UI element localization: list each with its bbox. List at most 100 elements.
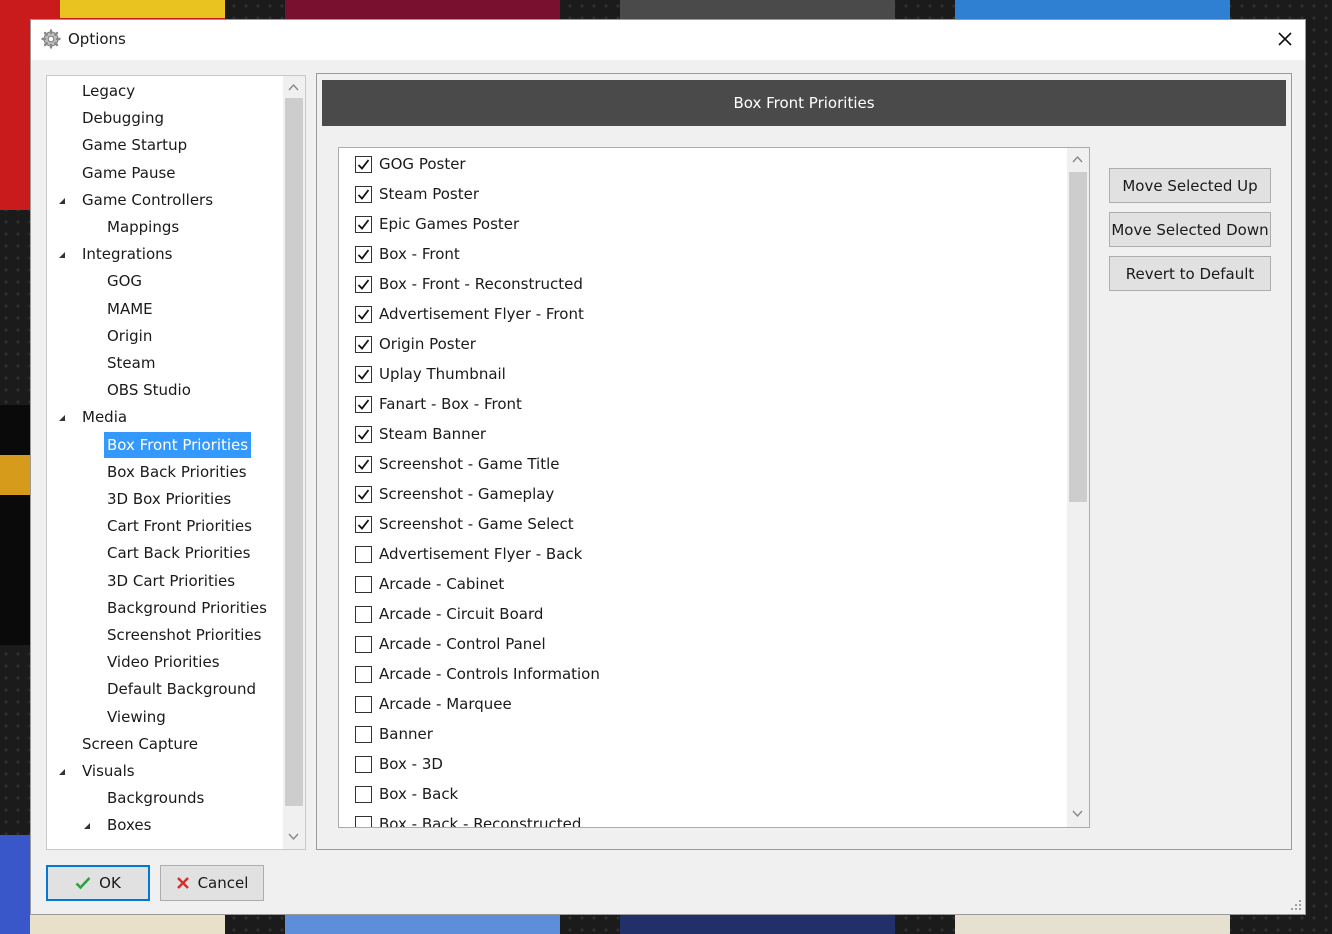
- tree-item[interactable]: Integrations: [79, 241, 175, 267]
- expander-arrow-icon[interactable]: [57, 250, 67, 260]
- list-item-label: GOG Poster: [379, 155, 466, 173]
- tree-item[interactable]: Screenshot Priorities: [104, 622, 264, 648]
- tree-item[interactable]: 3D Box Priorities: [104, 486, 234, 512]
- tree-item[interactable]: Cart Back Priorities: [104, 540, 253, 566]
- tree-item[interactable]: Origin: [104, 323, 155, 349]
- checkbox[interactable]: [355, 216, 372, 233]
- tree-item[interactable]: Media: [79, 404, 130, 430]
- close-button[interactable]: [1265, 20, 1305, 58]
- tree-item[interactable]: Box Back Priorities: [104, 459, 250, 485]
- tree-item[interactable]: Video Priorities: [104, 649, 223, 675]
- background-tile: [60, 0, 225, 18]
- list-item-label: Arcade - Circuit Board: [379, 605, 544, 623]
- tree-item[interactable]: MAME: [104, 296, 156, 322]
- background-tile: [620, 0, 895, 20]
- tree-item[interactable]: Box Front Priorities: [104, 431, 252, 458]
- background-tile: [285, 915, 560, 934]
- list-item-label: Screenshot - Game Title: [379, 455, 560, 473]
- tree-item[interactable]: Default Background: [104, 676, 259, 702]
- checkmark-icon: [357, 399, 370, 410]
- tree-item[interactable]: Mappings: [104, 214, 182, 240]
- checkmark-icon: [357, 189, 370, 200]
- tree-item[interactable]: Legacy: [79, 78, 138, 104]
- checkbox[interactable]: [355, 246, 372, 263]
- move-selected-up-button[interactable]: Move Selected Up: [1109, 168, 1271, 203]
- scroll-down-arrow-icon[interactable]: [288, 833, 299, 841]
- tree-scrollbar[interactable]: [283, 76, 305, 849]
- tree-scrollbar-thumb[interactable]: [285, 98, 303, 806]
- tree-item[interactable]: Boxes: [104, 812, 154, 838]
- expander-arrow-icon[interactable]: [57, 767, 67, 777]
- scroll-up-arrow-icon[interactable]: [1072, 155, 1083, 163]
- ok-label: OK: [99, 874, 121, 892]
- tree-item[interactable]: 3D Cart Priorities: [104, 568, 238, 594]
- checkbox[interactable]: [355, 186, 372, 203]
- tree-item[interactable]: Game Controllers: [79, 187, 216, 213]
- checkbox[interactable]: [355, 666, 372, 683]
- tree-item[interactable]: Visuals: [79, 758, 138, 784]
- checkmark-icon: [75, 877, 91, 890]
- checkbox[interactable]: [355, 276, 372, 293]
- list-item-label: Box - Back: [379, 785, 459, 803]
- checkbox[interactable]: [355, 456, 372, 473]
- tree-item[interactable]: Background Priorities: [104, 595, 270, 621]
- checkbox[interactable]: [355, 726, 372, 743]
- checkbox[interactable]: [355, 396, 372, 413]
- checkbox[interactable]: [355, 576, 372, 593]
- checkbox[interactable]: [355, 156, 372, 173]
- checkbox[interactable]: [355, 306, 372, 323]
- resize-grip-icon[interactable]: [1290, 899, 1302, 911]
- checkbox[interactable]: [355, 696, 372, 713]
- tree-item[interactable]: OBS Studio: [104, 377, 194, 403]
- list-item-label: Box - Front - Reconstructed: [379, 275, 583, 293]
- list-item-label: Advertisement Flyer - Back: [379, 545, 583, 563]
- tree-item[interactable]: Viewing: [104, 704, 169, 730]
- expander-arrow-icon[interactable]: [57, 196, 67, 206]
- checkbox[interactable]: [355, 546, 372, 563]
- cancel-button[interactable]: Cancel: [160, 865, 264, 901]
- checkbox[interactable]: [355, 486, 372, 503]
- tree-item[interactable]: Game Pause: [79, 160, 179, 186]
- checkbox[interactable]: [355, 786, 372, 803]
- list-scrollbar[interactable]: [1067, 148, 1089, 827]
- checkmark-icon: [357, 309, 370, 320]
- tree-item[interactable]: Steam: [104, 350, 158, 376]
- title-bar[interactable]: Options: [31, 20, 1305, 60]
- list-item-label: Steam Poster: [379, 185, 479, 203]
- checkbox[interactable]: [355, 426, 372, 443]
- background-tile: [620, 915, 895, 934]
- checkbox[interactable]: [355, 606, 372, 623]
- expander-arrow-icon[interactable]: [57, 413, 67, 423]
- list-item-label: Arcade - Controls Information: [379, 665, 600, 683]
- options-tree[interactable]: Legacy Debugging Game Startup Game Pause Gam…: [46, 75, 306, 850]
- options-dialog: Options Legacy Debugging Game Startup Game …: [30, 19, 1306, 915]
- scroll-down-arrow-icon[interactable]: [1072, 810, 1083, 818]
- tree-item[interactable]: Debugging: [79, 105, 167, 131]
- background-tile: [955, 915, 1230, 934]
- checkmark-icon: [357, 429, 370, 440]
- checkbox[interactable]: [355, 366, 372, 383]
- ok-button[interactable]: OK: [46, 865, 150, 901]
- tree-item[interactable]: GOG: [104, 268, 145, 294]
- checkbox[interactable]: [355, 756, 372, 773]
- tree-item[interactable]: Game Startup: [79, 132, 190, 158]
- tree-item[interactable]: Screen Capture: [79, 731, 201, 757]
- checkmark-icon: [357, 159, 370, 170]
- expander-arrow-icon[interactable]: [82, 821, 92, 831]
- tree-item[interactable]: Cart Front Priorities: [104, 513, 255, 539]
- revert-to-default-button[interactable]: Revert to Default: [1109, 256, 1271, 291]
- list-item-label: Banner: [379, 725, 433, 743]
- checkbox[interactable]: [355, 516, 372, 533]
- move-selected-down-button[interactable]: Move Selected Down: [1109, 212, 1271, 247]
- checkmark-icon: [357, 369, 370, 380]
- checkbox[interactable]: [355, 336, 372, 353]
- checkbox[interactable]: [355, 636, 372, 653]
- list-scrollbar-thumb[interactable]: [1069, 172, 1087, 502]
- list-item-label: Box - Back - Reconstructed: [379, 815, 582, 828]
- scroll-up-arrow-icon[interactable]: [288, 83, 299, 91]
- tree-item[interactable]: Backgrounds: [104, 785, 207, 811]
- priorities-list[interactable]: GOG Poster Steam Poster Epic Games Poster B…: [338, 147, 1090, 828]
- checkbox[interactable]: [355, 816, 372, 827]
- background-tile: [285, 0, 560, 20]
- background-tile: [0, 455, 30, 495]
